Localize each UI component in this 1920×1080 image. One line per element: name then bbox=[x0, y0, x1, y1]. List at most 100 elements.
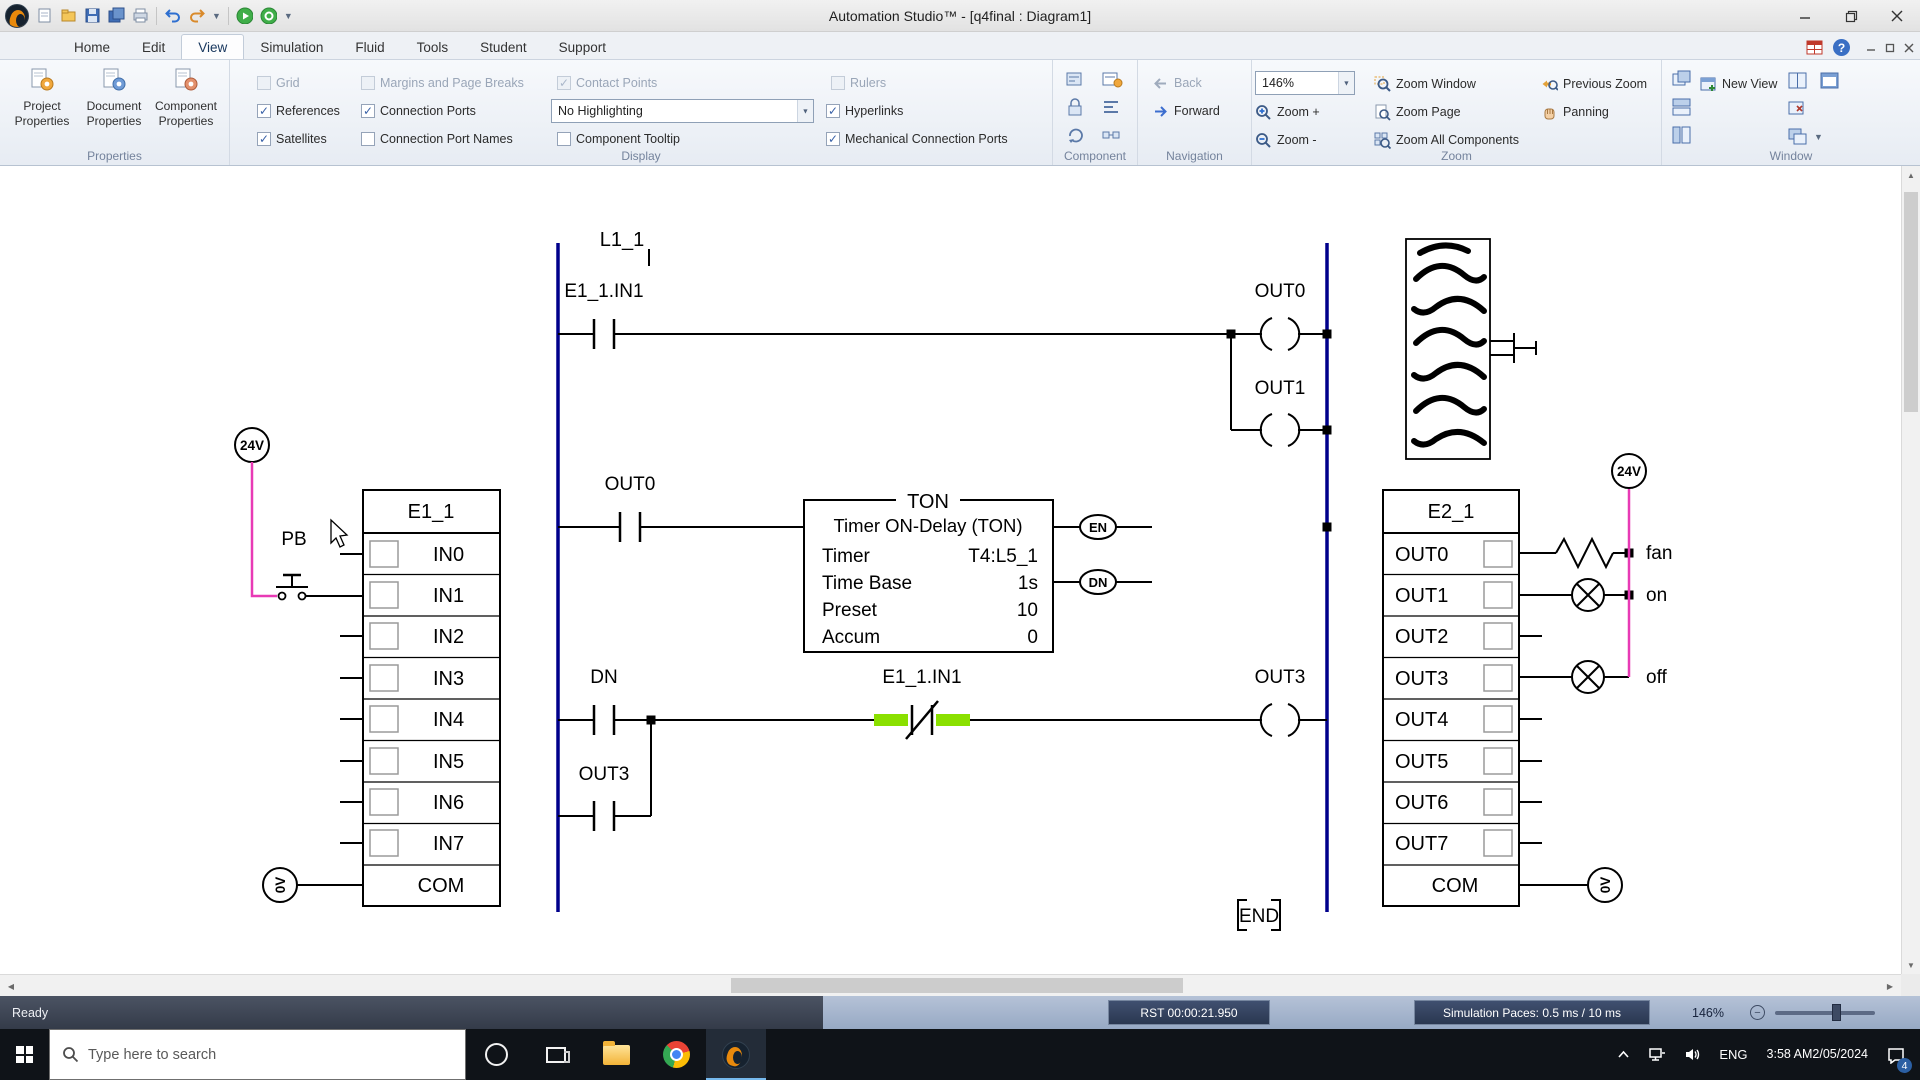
document-restore-icon[interactable] bbox=[1885, 43, 1895, 53]
new-document-icon[interactable] bbox=[36, 7, 53, 24]
switch-windows-icon[interactable] bbox=[1788, 128, 1808, 146]
checkbox-margins-page-breaks[interactable]: Margins and Page Breaks bbox=[361, 74, 524, 92]
redo-icon[interactable] bbox=[188, 7, 205, 24]
taskbar-automation-studio-button[interactable] bbox=[706, 1029, 766, 1080]
checkbox-connection-port-names[interactable]: Connection Port Names bbox=[361, 130, 513, 148]
component-rotate-icon[interactable] bbox=[1066, 126, 1088, 146]
status-zoom-out-icon[interactable] bbox=[1750, 1005, 1765, 1020]
tab-home[interactable]: Home bbox=[58, 35, 126, 59]
minimize-button[interactable] bbox=[1782, 0, 1828, 32]
zoom-out-button[interactable]: Zoom - bbox=[1255, 130, 1317, 150]
taskbar-clock[interactable]: 3:58 AM 2/05/2024 bbox=[1757, 1029, 1878, 1080]
customize-quick-access-icon[interactable]: ▼ bbox=[284, 11, 293, 21]
tab-support[interactable]: Support bbox=[543, 35, 622, 59]
tab-student[interactable]: Student bbox=[464, 35, 543, 59]
ground-0v-right[interactable]: 0V bbox=[1587, 867, 1623, 903]
zoom-level-combobox[interactable]: 146% bbox=[1255, 71, 1355, 95]
close-all-windows-icon[interactable] bbox=[1788, 100, 1808, 118]
simulation-mode-icon[interactable] bbox=[260, 7, 277, 24]
notification-center-button[interactable]: 4 bbox=[1878, 1029, 1920, 1080]
checkbox-hyperlinks[interactable]: Hyperlinks bbox=[826, 102, 903, 120]
document-close-icon[interactable] bbox=[1904, 43, 1914, 53]
scroll-up-icon[interactable]: ▲ bbox=[1902, 166, 1920, 184]
tile-vertically-icon[interactable] bbox=[1672, 126, 1692, 144]
app-logo-icon[interactable] bbox=[5, 3, 29, 28]
ton-timer-block[interactable]: TON Timer ON-Delay (TON) Timer T4:L5_1 T… bbox=[803, 491, 1054, 653]
panning-button[interactable]: Panning bbox=[1541, 102, 1609, 122]
undo-history-dropdown-icon[interactable]: ▼ bbox=[212, 11, 221, 21]
lamp-off[interactable] bbox=[1571, 660, 1605, 694]
document-properties-button[interactable]: Document Properties bbox=[80, 67, 148, 128]
tab-edit[interactable]: Edit bbox=[126, 35, 181, 59]
project-properties-button[interactable]: Project Properties bbox=[8, 67, 76, 128]
volume-icon[interactable] bbox=[1675, 1029, 1710, 1080]
network-icon[interactable] bbox=[1639, 1029, 1675, 1080]
checkbox-component-tooltip[interactable]: Component Tooltip bbox=[557, 130, 680, 148]
checkbox-references[interactable]: References bbox=[257, 102, 340, 120]
component-lock-icon[interactable] bbox=[1066, 98, 1088, 118]
save-all-icon[interactable] bbox=[108, 7, 125, 24]
tab-simulation[interactable]: Simulation bbox=[244, 35, 339, 59]
tire-component[interactable] bbox=[1405, 238, 1537, 460]
scroll-left-icon[interactable]: ◀ bbox=[2, 977, 20, 995]
input-module-e1-1[interactable]: E1_1 IN0 IN1 IN2 IN3 IN4 IN5 IN6 IN7 COM bbox=[362, 489, 501, 907]
checkbox-satellites[interactable]: Satellites bbox=[257, 130, 327, 148]
previous-zoom-button[interactable]: Previous Zoom bbox=[1541, 74, 1647, 94]
zoom-page-button[interactable]: Zoom Page bbox=[1374, 102, 1461, 122]
document-minimize-icon[interactable] bbox=[1866, 43, 1876, 53]
switch-windows-dropdown-icon[interactable]: ▼ bbox=[1814, 132, 1823, 142]
run-simulation-icon[interactable] bbox=[236, 7, 253, 24]
horizontal-scrollbar[interactable]: ◀ ▶ bbox=[0, 974, 1901, 996]
zoom-in-button[interactable]: Zoom + bbox=[1255, 102, 1320, 122]
ground-0v-left[interactable]: 0V bbox=[262, 867, 298, 903]
tile-horizontally-icon[interactable] bbox=[1672, 98, 1692, 116]
status-zoom-slider[interactable] bbox=[1775, 1011, 1875, 1015]
vertical-scrollbar[interactable]: ▲ ▼ bbox=[1901, 166, 1920, 974]
checkbox-rulers[interactable]: Rulers bbox=[831, 74, 886, 92]
diagram-canvas[interactable]: TON Timer ON-Delay (TON) Timer T4:L5_1 T… bbox=[0, 166, 1901, 974]
print-icon[interactable] bbox=[132, 7, 149, 24]
language-indicator[interactable]: ENG bbox=[1710, 1029, 1756, 1080]
checkbox-contact-points[interactable]: Contact Points bbox=[557, 74, 657, 92]
hidden-icons-chevron[interactable] bbox=[1608, 1029, 1639, 1080]
component-align-icon[interactable] bbox=[1102, 98, 1124, 118]
component-id-position-icon[interactable] bbox=[1102, 70, 1124, 90]
checkbox-grid[interactable]: Grid bbox=[257, 74, 300, 92]
component-distribute-icon[interactable] bbox=[1102, 126, 1124, 146]
taskbar-search[interactable] bbox=[49, 1029, 466, 1080]
component-id-icon[interactable] bbox=[1066, 70, 1088, 90]
help-icon[interactable] bbox=[1833, 39, 1850, 56]
search-input[interactable] bbox=[88, 1046, 453, 1063]
restore-button[interactable] bbox=[1828, 0, 1874, 32]
taskbar-chrome-button[interactable] bbox=[646, 1029, 706, 1080]
forward-button[interactable]: Forward bbox=[1152, 101, 1220, 121]
lamp-on[interactable] bbox=[1571, 578, 1605, 612]
supply-24v-right[interactable]: 24V bbox=[1611, 453, 1647, 489]
cascade-windows-icon[interactable] bbox=[1672, 70, 1692, 88]
start-button[interactable] bbox=[0, 1029, 49, 1080]
highlighting-dropdown[interactable]: No Highlighting bbox=[551, 99, 814, 123]
tab-fluid[interactable]: Fluid bbox=[339, 35, 400, 59]
scroll-down-icon[interactable]: ▼ bbox=[1902, 956, 1920, 974]
tab-view[interactable]: View bbox=[181, 34, 245, 59]
scroll-right-icon[interactable]: ▶ bbox=[1881, 977, 1899, 995]
fan-heater-element[interactable] bbox=[1555, 536, 1614, 570]
maximize-view-icon[interactable] bbox=[1820, 72, 1840, 90]
checkbox-connection-ports[interactable]: Connection Ports bbox=[361, 102, 476, 120]
workspace-grid-icon[interactable] bbox=[1806, 40, 1823, 55]
tab-tools[interactable]: Tools bbox=[401, 35, 465, 59]
status-zoom-slider-thumb[interactable] bbox=[1832, 1004, 1841, 1021]
open-project-icon[interactable] bbox=[60, 7, 77, 24]
horizontal-scroll-thumb[interactable] bbox=[731, 978, 1183, 993]
undo-icon[interactable] bbox=[164, 7, 181, 24]
close-button[interactable] bbox=[1874, 0, 1920, 32]
component-properties-button[interactable]: Component Properties bbox=[152, 67, 220, 128]
zoom-all-components-button[interactable]: Zoom All Components bbox=[1374, 130, 1519, 150]
back-button[interactable]: Back bbox=[1152, 73, 1202, 93]
taskbar-file-explorer-button[interactable] bbox=[586, 1029, 646, 1080]
vertical-scroll-thumb[interactable] bbox=[1904, 192, 1918, 412]
output-module-e2-1[interactable]: E2_1 OUT0 OUT1 OUT2 OUT3 OUT4 OUT5 OUT6 … bbox=[1382, 489, 1520, 907]
checkbox-mechanical-connection-ports[interactable]: Mechanical Connection Ports bbox=[826, 130, 1008, 148]
zoom-window-button[interactable]: Zoom Window bbox=[1374, 74, 1476, 94]
supply-24v-left[interactable]: 24V bbox=[234, 427, 270, 463]
